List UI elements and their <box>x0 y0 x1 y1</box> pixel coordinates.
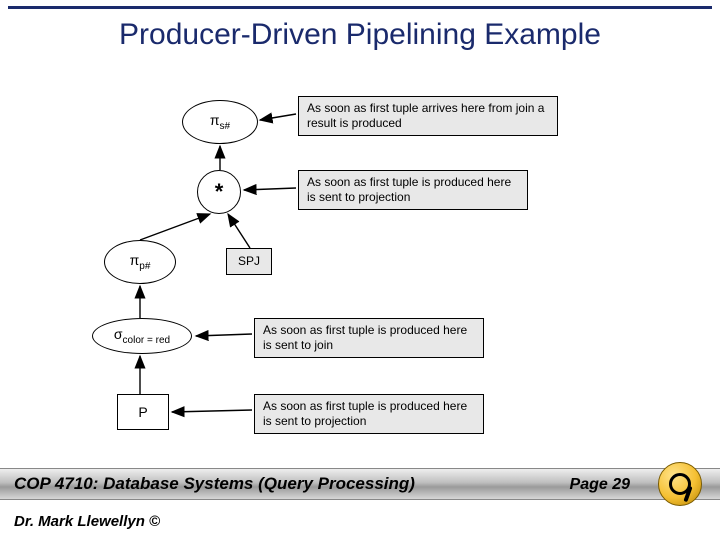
node-projection-p: πp# <box>104 240 176 284</box>
node-spj: SPJ <box>226 248 272 275</box>
callout-join-result: As soon as first tuple arrives here from… <box>298 96 558 136</box>
node-relation-p: P <box>117 394 169 430</box>
join-label: * <box>215 179 224 205</box>
callout-to-projection-1: As soon as first tuple is produced here … <box>298 170 528 210</box>
node-projection-s: πs# <box>182 100 258 144</box>
callout-to-projection-2: As soon as first tuple is produced here … <box>254 394 484 434</box>
slide-title: Producer-Driven Pipelining Example <box>0 18 720 52</box>
page-number: Page 29 <box>570 476 630 494</box>
callout-to-join: As soon as first tuple is produced here … <box>254 318 484 358</box>
ucf-logo <box>658 462 702 506</box>
pi-s-symbol: πs# <box>210 112 230 132</box>
node-selection: σcolor = red <box>92 318 192 354</box>
top-rule <box>8 6 712 9</box>
relation-p-label: P <box>138 404 147 420</box>
footer-author: Dr. Mark Llewellyn © <box>14 513 160 530</box>
sigma-symbol: σcolor = red <box>114 326 170 346</box>
node-join: * <box>197 170 241 214</box>
pi-p-symbol: πp# <box>130 252 151 272</box>
footer-course: COP 4710: Database Systems (Query Proces… <box>14 474 415 494</box>
